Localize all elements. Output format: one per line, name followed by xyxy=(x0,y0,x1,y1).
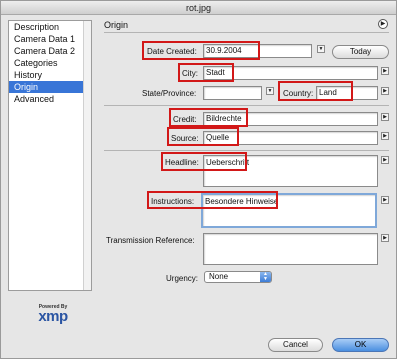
instructions-highlight xyxy=(147,191,278,209)
city-popup-icon[interactable]: ▶ xyxy=(381,67,389,75)
sidebar-item-description[interactable]: Description xyxy=(9,21,91,33)
panel-menu-icon[interactable]: ▶ xyxy=(378,19,388,29)
select-arrows-icon: ▲ ▼ xyxy=(260,272,271,282)
country-popup-icon[interactable]: ▶ xyxy=(381,87,389,95)
credit-popup-icon[interactable]: ▶ xyxy=(381,113,389,121)
urgency-value: None xyxy=(209,272,229,281)
country-highlight xyxy=(278,81,353,101)
transmission-popup-icon[interactable]: ▶ xyxy=(381,234,389,242)
xmp-logo: Powered By xmp xyxy=(23,304,83,324)
xmp-wordmark: xmp xyxy=(38,308,68,325)
dialog-window: rot.jpg Description Camera Data 1 Camera… xyxy=(0,0,397,359)
panel-title: Origin xyxy=(104,20,129,30)
sidebar-item-origin[interactable]: Origin xyxy=(9,81,91,93)
source-popup-icon[interactable]: ▶ xyxy=(381,132,389,140)
sidebar-scrollbar[interactable] xyxy=(83,21,91,290)
urgency-select[interactable]: None ▲ ▼ xyxy=(204,271,272,283)
divider xyxy=(104,105,389,106)
sidebar-item-camera-data-1[interactable]: Camera Data 1 xyxy=(9,33,91,45)
category-sidebar: Description Camera Data 1 Camera Data 2 … xyxy=(8,20,92,291)
transmission-reference-label: Transmission Reference: xyxy=(106,236,195,245)
state-popup-icon[interactable]: ▼ xyxy=(266,87,274,95)
sidebar-item-history[interactable]: History xyxy=(9,69,91,81)
divider xyxy=(104,32,389,33)
instructions-popup-icon[interactable]: ▶ xyxy=(381,196,389,204)
source-highlight xyxy=(167,127,239,146)
sidebar-item-advanced[interactable]: Advanced xyxy=(9,93,91,105)
headline-highlight xyxy=(161,152,247,171)
divider xyxy=(104,150,389,151)
sidebar-item-categories[interactable]: Categories xyxy=(9,57,91,69)
city-highlight xyxy=(178,63,234,82)
credit-highlight xyxy=(169,108,248,127)
cancel-button[interactable]: Cancel xyxy=(268,338,323,352)
state-label: State/Province: xyxy=(142,89,197,98)
sidebar-item-camera-data-2[interactable]: Camera Data 2 xyxy=(9,45,91,57)
transmission-reference-field[interactable] xyxy=(203,233,378,265)
urgency-label: Urgency: xyxy=(166,274,199,283)
state-field[interactable] xyxy=(203,86,262,100)
headline-popup-icon[interactable]: ▶ xyxy=(381,156,389,164)
ok-button[interactable]: OK xyxy=(332,338,389,352)
today-button[interactable]: Today xyxy=(332,45,389,59)
date-created-highlight xyxy=(142,41,260,60)
date-created-popup-icon[interactable]: ▼ xyxy=(317,45,325,53)
window-title: rot.jpg xyxy=(1,1,396,15)
